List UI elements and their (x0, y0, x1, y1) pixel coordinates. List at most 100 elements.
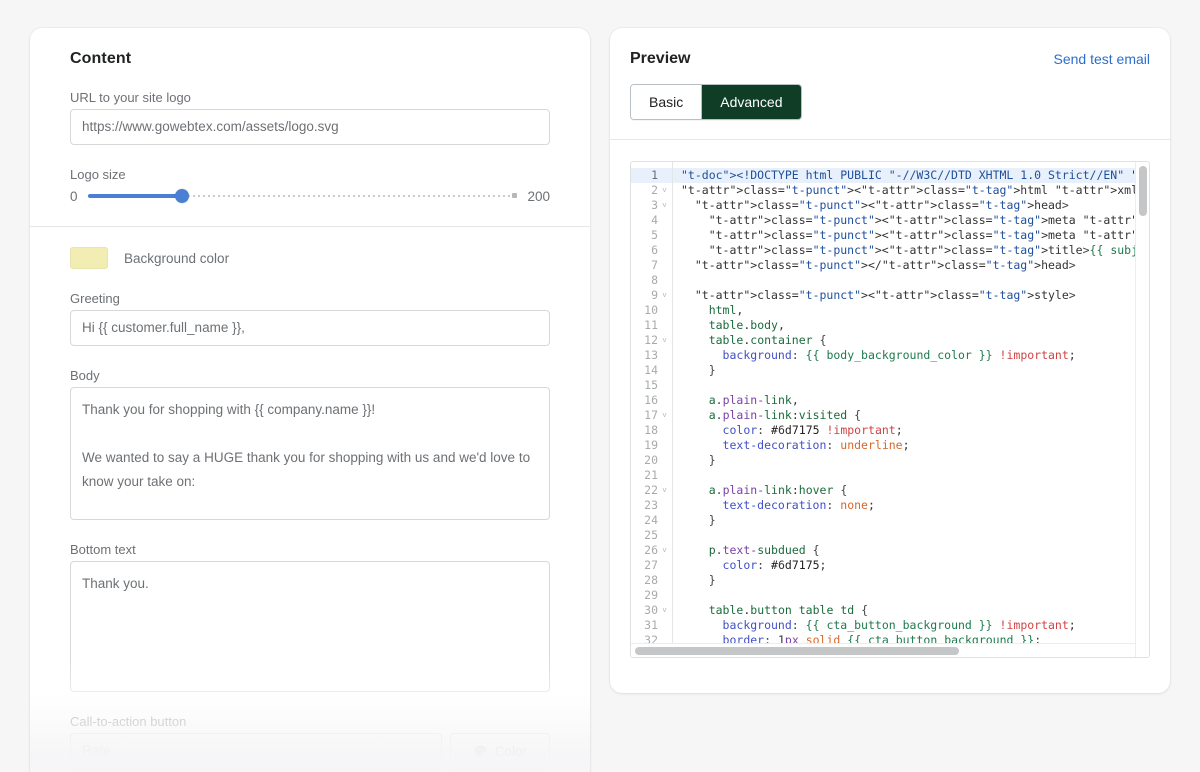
body-textarea[interactable]: Thank you for shopping with {{ company.n… (70, 387, 550, 520)
editor-code-area[interactable]: "t-doc"><!DOCTYPE html PUBLIC "-//W3C//D… (673, 162, 1149, 657)
editor-horizontal-scroll-thumb[interactable] (635, 647, 959, 655)
chevron-down-icon[interactable]: ˅ (661, 288, 668, 303)
chevron-down-icon[interactable]: ˅ (661, 198, 668, 213)
editor-code-line: "t-attr">class="t-punct"><"t-attr">class… (694, 198, 1069, 212)
send-test-email-link[interactable]: Send test email (1054, 51, 1151, 67)
cta-color-button[interactable]: Color (450, 733, 550, 769)
editor-code-line: } (681, 453, 716, 467)
page-title: Content (70, 50, 132, 67)
editor-body: 1˅2˅3˅4˅5˅6˅7˅8˅9˅10˅11˅12˅13˅14˅15˅16˅1… (631, 162, 1149, 657)
editor-code-line (673, 273, 1149, 288)
chevron-down-icon[interactable]: ˅ (661, 408, 668, 423)
cta-row: Rate Color (70, 733, 550, 769)
editor-code-line: table.body, (708, 318, 785, 332)
background-color-row[interactable]: Background color (70, 247, 550, 269)
editor-line-number: 17 ˅ (644, 408, 668, 423)
editor-line-number: 26 ˅ (644, 543, 668, 558)
editor-vertical-scroll-thumb[interactable] (1139, 166, 1147, 216)
palette-icon (473, 744, 488, 759)
editor-code-line (673, 588, 1149, 603)
logo-url-label: URL to your site logo (70, 90, 191, 105)
editor-code-line: background: {{ cta_button_background }} … (722, 618, 1076, 632)
chevron-down-icon[interactable]: ˅ (661, 183, 668, 198)
cta-color-button-label: Color (494, 743, 528, 759)
slider-thumb[interactable] (175, 189, 190, 203)
editor-line-number: 9 ˅ (651, 288, 668, 303)
logo-url-input[interactable]: https://www.gowebtex.com/assets/logo.svg (70, 109, 550, 145)
editor-code-line: "t-attr">class="t-punct"><"t-attr">class… (708, 213, 1149, 227)
editor-code-line: color: #6d7175; (722, 558, 827, 572)
slider-min-label: 0 (70, 188, 78, 204)
editor-code-line: table.button table td { (708, 603, 869, 617)
slider-track-end-marker (512, 193, 518, 198)
editor-code-line: text-decoration: underline; (722, 438, 910, 452)
html-code-editor[interactable]: 1˅2˅3˅4˅5˅6˅7˅8˅9˅10˅11˅12˅13˅14˅15˅16˅1… (630, 161, 1150, 658)
editor-line-number: 3 ˅ (651, 198, 668, 213)
editor-line-number: 23˅ (644, 498, 658, 512)
logo-size-slider-row: 0 200 (70, 188, 550, 204)
editor-code-line: "t-doc"><!DOCTYPE html PUBLIC "-//W3C//D… (673, 168, 1149, 183)
editor-code-line: html, (708, 303, 744, 317)
editor-gutter: 1˅2˅3˅4˅5˅6˅7˅8˅9˅10˅11˅12˅13˅14˅15˅16˅1… (631, 162, 673, 657)
cta-label: Call-to-action button (70, 714, 187, 729)
editor-line-number: 7˅ (651, 258, 658, 272)
app-root: Content URL to your site logo https://ww… (0, 0, 1200, 772)
editor-code-line: } (681, 573, 716, 587)
greeting-label: Greeting (70, 291, 120, 306)
editor-line-number: 16˅ (644, 393, 658, 407)
editor-line-number: 25˅ (644, 528, 658, 542)
editor-line-number: 2 ˅ (651, 183, 668, 198)
slider-max-label: 200 (527, 188, 550, 204)
editor-code-line (673, 378, 1149, 393)
editor-line-number: 12 ˅ (644, 333, 668, 348)
preview-header: Preview Send test email (610, 28, 1170, 68)
editor-code-line: a.plain-link:hover { (708, 483, 848, 497)
editor-line-number: 27˅ (644, 558, 658, 572)
editor-line-number: 5˅ (651, 228, 658, 242)
tab-advanced[interactable]: Advanced (701, 85, 801, 119)
logo-url-field-group: URL to your site logo https://www.gowebt… (70, 90, 550, 145)
editor-line-number: 28˅ (644, 573, 658, 587)
editor-line-number: 24˅ (644, 513, 658, 527)
chevron-down-icon[interactable]: ˅ (661, 603, 668, 618)
logo-size-field-group: Logo size 0 200 (70, 167, 550, 204)
greeting-field-group: Greeting Hi {{ customer.full_name }}, (70, 291, 550, 346)
chevron-down-icon[interactable]: ˅ (661, 483, 668, 498)
editor-line-number: 8˅ (651, 273, 658, 287)
editor-line-number: 10˅ (644, 303, 658, 317)
editor-code-line: "t-attr">class="t-punct"><"t-attr">class… (708, 228, 1149, 242)
editor-horizontal-scrollbar[interactable] (631, 643, 1135, 657)
editor-code-line: "t-attr">class="t-punct"><"t-attr">class… (694, 288, 1076, 302)
editor-line-number: 13˅ (644, 348, 658, 362)
editor-code-line: "t-attr">class="t-punct"><"t-attr">class… (708, 243, 1149, 257)
bottom-text-textarea[interactable]: Thank you. (70, 561, 550, 692)
editor-code-line: } (681, 513, 716, 527)
editor-line-number: 29˅ (644, 588, 658, 602)
slider-fill (87, 194, 183, 198)
bottom-text-label: Bottom text (70, 542, 136, 557)
editor-code-line: background: {{ body_background_color }} … (722, 348, 1076, 362)
body-field-group: Body Thank you for shopping with {{ comp… (70, 368, 550, 520)
preview-divider (610, 139, 1170, 140)
background-color-swatch[interactable] (70, 247, 108, 269)
greeting-input[interactable]: Hi {{ customer.full_name }}, (70, 310, 550, 346)
editor-line-number: 14˅ (644, 363, 658, 377)
tab-basic[interactable]: Basic (631, 85, 702, 119)
chevron-down-icon[interactable]: ˅ (661, 543, 668, 558)
bottom-text-field-group: Bottom text Thank you. (70, 542, 550, 692)
logo-size-slider[interactable] (87, 188, 518, 204)
editor-line-number: 1˅ (631, 168, 672, 183)
editor-code-line (673, 468, 1149, 483)
editor-code-line: a.plain-link, (708, 393, 799, 407)
content-card: Content URL to your site logo https://ww… (30, 28, 590, 772)
editor-code-line (673, 528, 1149, 543)
section-divider (30, 226, 590, 227)
editor-line-number: 4˅ (651, 213, 658, 227)
editor-code-line: "t-attr">class="t-punct"></"t-attr">clas… (694, 258, 1076, 272)
editor-line-number: 31˅ (644, 618, 658, 632)
chevron-down-icon[interactable]: ˅ (661, 333, 668, 348)
editor-line-number: 18˅ (644, 423, 658, 437)
editor-line-number: 21˅ (644, 468, 658, 482)
cta-text-input[interactable]: Rate (70, 733, 442, 769)
editor-vertical-scrollbar[interactable] (1135, 162, 1149, 657)
